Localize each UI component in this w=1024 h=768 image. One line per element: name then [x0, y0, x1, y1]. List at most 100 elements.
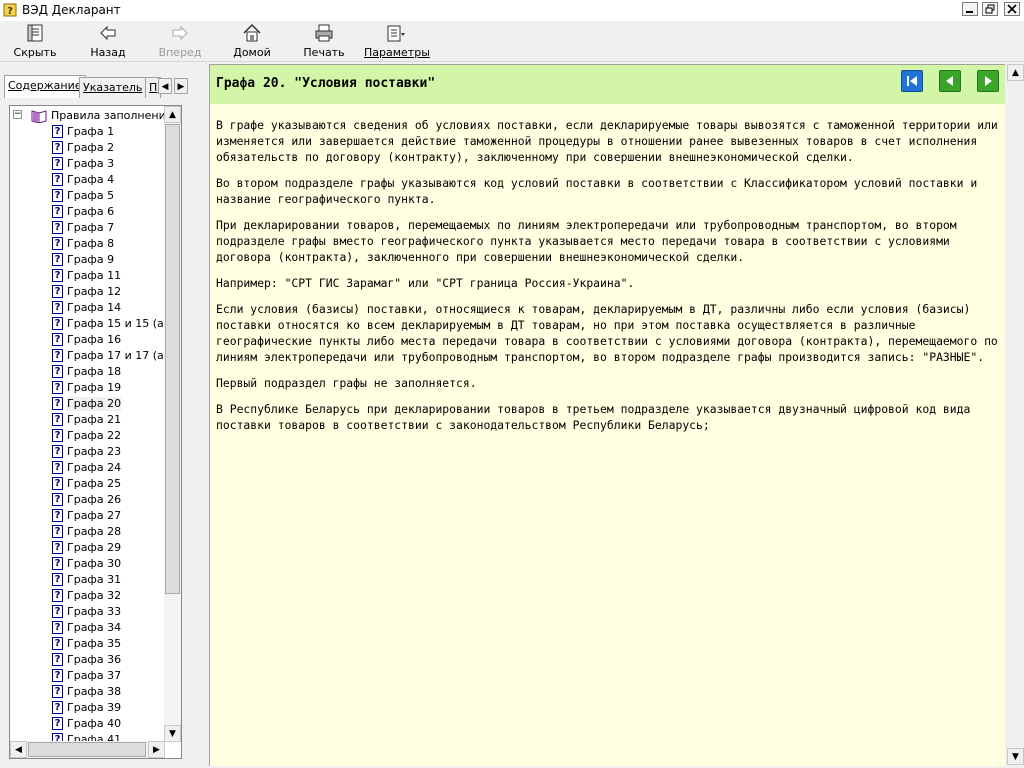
- tree-item-label: Графа 1: [67, 125, 115, 138]
- tree-item[interactable]: ? Графа 24: [52, 461, 121, 477]
- svg-text:?: ?: [7, 6, 13, 17]
- tree-item[interactable]: ? Графа 31: [52, 573, 121, 589]
- back-button[interactable]: Назад: [88, 23, 128, 59]
- tree-item[interactable]: ? Графа 33: [52, 605, 121, 621]
- tree-item[interactable]: ? Графа 19: [52, 381, 121, 397]
- tree-item-label: Графа 14: [67, 301, 122, 314]
- title-bar: ? ВЭД Декларант: [0, 0, 1024, 21]
- tree-item-label: Графа 23: [67, 445, 122, 458]
- window-title: ВЭД Декларант: [22, 3, 121, 17]
- options-button[interactable]: Параметры: [364, 23, 430, 59]
- help-topic-icon: ?: [52, 173, 63, 186]
- first-topic-button[interactable]: [901, 70, 923, 92]
- hide-button[interactable]: Скрыть: [12, 23, 58, 59]
- tree-item[interactable]: ? Графа 4: [52, 173, 114, 189]
- tree-item[interactable]: ? Графа 40: [52, 717, 121, 733]
- app-help-icon: ?: [3, 3, 17, 17]
- help-topic-icon: ?: [52, 157, 63, 170]
- tab-scroll-left-button[interactable]: ◀: [158, 78, 172, 94]
- content-vertical-scrollbar[interactable]: ▲ ▼: [1007, 64, 1024, 765]
- close-button[interactable]: [1004, 2, 1020, 16]
- tree-item[interactable]: ? Графа 14: [52, 301, 121, 317]
- tree-item[interactable]: ? Графа 27: [52, 509, 121, 525]
- collapse-icon[interactable]: −: [13, 110, 22, 119]
- content-scroll-down-button[interactable]: ▼: [1007, 748, 1024, 765]
- tree-item[interactable]: ? Графа 18: [52, 365, 121, 381]
- forward-button[interactable]: Вперед: [158, 23, 202, 59]
- tree-item[interactable]: ? Графа 8: [52, 237, 114, 253]
- hscroll-thumb[interactable]: [28, 742, 146, 757]
- help-topic-icon: ?: [52, 637, 63, 650]
- tree-item[interactable]: ? Графа 34: [52, 621, 121, 637]
- tree-item-label: Графа 22: [67, 429, 122, 442]
- tree-item[interactable]: ? Графа 5: [52, 189, 114, 205]
- tab-scroll-right-button[interactable]: ▶: [174, 78, 188, 94]
- tree-item[interactable]: ? Графа 12: [52, 285, 121, 301]
- tree-item[interactable]: ? Графа 3: [52, 157, 114, 173]
- tree-root-node[interactable]: − Правила заполнения д: [13, 109, 181, 123]
- scroll-thumb[interactable]: [165, 124, 180, 594]
- content-scroll-up-button[interactable]: ▲: [1007, 64, 1024, 81]
- tree-horizontal-scrollbar[interactable]: ◀ ▶: [10, 741, 165, 758]
- tree-item[interactable]: ? Графа 32: [52, 589, 121, 605]
- help-topic-icon: ?: [52, 397, 63, 410]
- tree-item[interactable]: ? Графа 37: [52, 669, 121, 685]
- help-topic-icon: ?: [52, 669, 63, 682]
- next-topic-button[interactable]: [977, 70, 999, 92]
- scroll-down-button[interactable]: ▼: [164, 725, 181, 742]
- back-arrow-icon: [100, 25, 116, 41]
- tree-item-label: Графа 17 и 17 (а; b: [67, 349, 178, 362]
- scroll-right-button[interactable]: ▶: [148, 741, 165, 758]
- help-topic-icon: ?: [52, 189, 63, 202]
- tree-item[interactable]: ? Графа 38: [52, 685, 121, 701]
- paragraph: Во втором подразделе графы указываются к…: [216, 176, 978, 206]
- tree-item-label: Графа 11: [67, 269, 122, 282]
- tab-contents[interactable]: Содержание: [4, 75, 86, 98]
- tree-item[interactable]: ? Графа 20: [52, 397, 122, 413]
- printer-icon: [315, 24, 333, 42]
- scroll-up-button[interactable]: ▲: [164, 106, 181, 123]
- tree-item[interactable]: ? Графа 30: [52, 557, 121, 573]
- tree-item-label: Графа 21: [67, 413, 122, 426]
- tree-vertical-scrollbar[interactable]: ▲ ▼: [164, 106, 181, 742]
- minimize-button[interactable]: [962, 2, 978, 16]
- tab-index[interactable]: Указатель: [79, 77, 147, 98]
- tree-item[interactable]: ? Графа 21: [52, 413, 121, 429]
- tree-item[interactable]: ? Графа 35: [52, 637, 121, 653]
- help-topic-icon: ?: [52, 701, 63, 714]
- scroll-left-button[interactable]: ◀: [10, 741, 27, 758]
- tree-item[interactable]: ? Графа 11: [52, 269, 121, 285]
- tree-item[interactable]: ? Графа 7: [52, 221, 114, 237]
- tree-item[interactable]: ? Графа 39: [52, 701, 121, 717]
- tree-item[interactable]: ? Графа 17 и 17 (а; b: [52, 349, 178, 365]
- print-button[interactable]: Печать: [303, 23, 345, 59]
- tree-item[interactable]: ? Графа 25: [52, 477, 121, 493]
- tree-item[interactable]: ? Графа 26: [52, 493, 121, 509]
- tree-item[interactable]: ? Графа 23: [52, 445, 121, 461]
- tree-item[interactable]: ? Графа 9: [52, 253, 114, 269]
- previous-topic-button[interactable]: [939, 70, 961, 92]
- tree-item[interactable]: ? Графа 2: [52, 141, 114, 157]
- topic-header: Графа 20. "Условия поставки": [210, 65, 1005, 104]
- tree-item-label: Графа 27: [67, 509, 122, 522]
- help-topic-icon: ?: [52, 365, 63, 378]
- tree-item[interactable]: ? Графа 28: [52, 525, 121, 541]
- help-topic-icon: ?: [52, 429, 63, 442]
- tree-item-label: Графа 4: [67, 173, 115, 186]
- tree-item-label: Графа 29: [67, 541, 122, 554]
- tree-item-label: Графа 33: [67, 605, 122, 618]
- tree-item[interactable]: ? Графа 1: [52, 125, 114, 141]
- help-topic-icon: ?: [52, 253, 63, 266]
- tree-item[interactable]: ? Графа 29: [52, 541, 121, 557]
- help-topic-icon: ?: [52, 301, 63, 314]
- tree-item[interactable]: ? Графа 15 и 15 (а; b: [52, 317, 178, 333]
- tree-item[interactable]: ? Графа 6: [52, 205, 114, 221]
- tree-item[interactable]: ? Графа 16: [52, 333, 121, 349]
- restore-button[interactable]: [982, 2, 998, 16]
- help-topic-icon: ?: [52, 525, 63, 538]
- help-topic-icon: ?: [52, 557, 63, 570]
- tree-item-label: Графа 3: [67, 157, 115, 170]
- home-button[interactable]: Домой: [232, 23, 272, 59]
- tree-item[interactable]: ? Графа 22: [52, 429, 121, 445]
- tree-item[interactable]: ? Графа 36: [52, 653, 121, 669]
